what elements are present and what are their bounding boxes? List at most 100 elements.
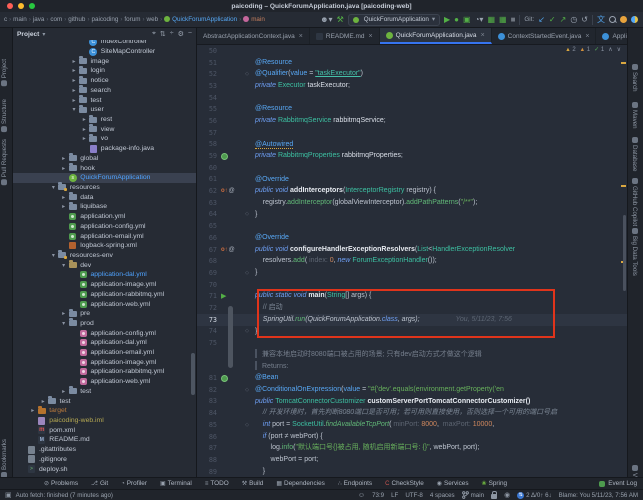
tab-ContextStartedEvent.java[interactable]: ContextStartedEvent.java × (492, 28, 597, 44)
sidebar-item-pull-requests[interactable]: Pull Requests (1, 139, 8, 186)
toolwindow-git[interactable]: ⎇ Git (91, 480, 108, 487)
fold-icon[interactable]: ◇ (239, 211, 255, 217)
tree-item-SiteMapController[interactable]: C SiteMapController (13, 47, 196, 57)
ide-plugin-icon[interactable] (631, 16, 638, 23)
toolwindow-checkstyle[interactable]: C CheckStyle (385, 480, 424, 487)
tree-item-data[interactable]: ▸ data (13, 192, 196, 202)
restart-debug-icon[interactable]: ▦ (499, 15, 507, 24)
breadcrumb-item-QuickForumApplication[interactable]: QuickForumApplication (164, 16, 237, 23)
expand-collapse-icon[interactable]: ⇅ (160, 30, 166, 38)
tool-window-toggle-icon[interactable]: ▣ (5, 491, 12, 499)
tree-item-test[interactable]: ▸ test (13, 95, 196, 105)
breadcrumb-item-paicoding[interactable]: paicoding (91, 16, 118, 23)
tab-README.md[interactable]: README.md × (310, 28, 380, 44)
tree-item-application-web.yml[interactable]: application-web.yml (13, 377, 196, 387)
fold-icon[interactable]: ◇ (239, 270, 255, 276)
breadcrumb-item-forum[interactable]: forum (124, 16, 140, 23)
chevron-collapsed-icon[interactable]: ▸ (80, 126, 89, 133)
run-configuration-select[interactable]: QuickForumApplication ▾ (347, 13, 441, 26)
build-hammer-icon[interactable]: ⚒ (337, 15, 344, 24)
sidebar-item-project[interactable]: Project (1, 59, 8, 87)
breadcrumb-item-c[interactable]: c (4, 16, 7, 23)
override-icon[interactable]: o↑ (221, 188, 228, 194)
chevron-down-icon[interactable]: ▾ (42, 31, 45, 38)
inspection-widget[interactable]: ▲ 2 ▲ 1 ✓ 1 ∧ ∨ (565, 46, 621, 54)
stripe-warning-mark[interactable] (621, 62, 626, 64)
spring-bean-icon[interactable] (221, 374, 228, 382)
breadcrumb-item-main[interactable]: main (243, 16, 265, 23)
chevron-collapsed-icon[interactable]: ▸ (59, 194, 68, 201)
tree-item-image[interactable]: ▸ image (13, 56, 196, 66)
tree-item-README.md[interactable]: M README.md (13, 435, 196, 445)
breadcrumb-item-web[interactable]: web (147, 16, 159, 23)
chevron-collapsed-icon[interactable]: ▸ (28, 407, 37, 414)
sidebar-item-big-data-tools[interactable]: Big Data Tools (631, 228, 638, 276)
reader-mode-icon[interactable]: ☺ (358, 492, 365, 499)
chevron-collapsed-icon[interactable]: ▸ (80, 116, 89, 123)
sidebar-item-maven[interactable]: Maven (631, 102, 638, 129)
tree-item-target[interactable]: ▸ target (13, 405, 196, 416)
tree-item-QuickForumApplication[interactable]: s QuickForumApplication (13, 172, 196, 183)
caret-position[interactable]: 73:9 (372, 492, 384, 499)
chevron-collapsed-icon[interactable]: ▸ (39, 398, 48, 405)
breadcrumb-item-github[interactable]: github (68, 16, 85, 23)
tree-item-application-config.yml[interactable]: application-config.yml (13, 221, 196, 231)
chevron-collapsed-icon[interactable]: ▸ (70, 58, 79, 65)
tree-item-rest[interactable]: ▸ rest (13, 114, 196, 125)
git-commit-icon[interactable]: ✓ (549, 15, 556, 24)
chevron-collapsed-icon[interactable]: ▸ (59, 155, 68, 162)
toolwindow-endpoints[interactable]: ∴ Endpoints (338, 480, 372, 487)
tree-item-search[interactable]: ▸ search (13, 85, 196, 96)
run-coverage-icon[interactable]: ▣ (463, 15, 471, 24)
chevron-collapsed-icon[interactable]: ▸ (59, 165, 68, 172)
tree-scrollbar[interactable] (191, 353, 195, 395)
chevron-expanded-icon[interactable]: ▾ (70, 106, 79, 113)
toolwindow-problems[interactable]: ⊘ Problems (44, 480, 78, 487)
line-ending[interactable]: LF (391, 492, 398, 499)
close-icon[interactable]: × (299, 33, 303, 40)
breadcrumb-item-com[interactable]: com (50, 16, 62, 23)
git-branch-widget[interactable]: main (461, 491, 484, 499)
close-icon[interactable]: × (369, 33, 373, 40)
tree-item-vo[interactable]: ▸ vo (13, 133, 196, 144)
collapse-all-icon[interactable]: ÷ (170, 30, 174, 38)
tree-item-pre[interactable]: ▸ pre (13, 308, 196, 319)
tree-item-liquibase[interactable]: ▸ liquibase (13, 201, 196, 212)
sidebar-item-bookmarks[interactable]: Bookmarks (1, 439, 8, 478)
chevron-expanded-icon[interactable]: ▾ (49, 252, 58, 259)
tree-item-.gitattributes[interactable]: .gitattributes (13, 445, 196, 455)
sidebar-item-database[interactable]: Database (631, 137, 638, 172)
close-icon[interactable]: × (585, 33, 589, 40)
chevron-collapsed-icon[interactable]: ▸ (70, 77, 79, 84)
tree-item-notice[interactable]: ▸ notice (13, 75, 196, 86)
tree-item-dev[interactable]: ▾ dev (13, 260, 196, 270)
chevron-collapsed-icon[interactable]: ▸ (59, 310, 68, 317)
tree-item-application-config.yml[interactable]: application-config.yml (13, 328, 196, 338)
fold-icon[interactable]: ◇ (239, 422, 255, 428)
tree-item-test[interactable]: ▸ test (13, 386, 196, 397)
tree-item-login[interactable]: ▸ login (13, 65, 196, 76)
next-problem-icon[interactable]: ∨ (617, 46, 621, 53)
tab-ApplicationContext.java[interactable]: ApplicationContext.java (596, 28, 627, 44)
tree-item-prod[interactable]: ▾ prod (13, 318, 196, 329)
fold-icon[interactable]: ◇ (239, 328, 255, 334)
hide-panel-icon[interactable]: − (188, 30, 192, 38)
tree-item-user[interactable]: ▾ user (13, 104, 196, 115)
project-panel-title[interactable]: Project (17, 31, 39, 38)
sidebar-item-github-copilot[interactable]: GitHub Copilot (631, 178, 638, 226)
tree-item-package-info.java[interactable]: package-info.java (13, 144, 196, 154)
tree-item-paicoding-web.iml[interactable]: paicoding-web.iml (13, 416, 196, 426)
git-push-icon[interactable]: ↗ (560, 15, 567, 24)
tree-item-application-email.yml[interactable]: application-email.yml (13, 348, 196, 358)
file-encoding[interactable]: UTF-8 (405, 492, 423, 499)
tree-item-IndexController[interactable]: C IndexController (13, 40, 196, 47)
toolwindow-event-log[interactable]: Event Log (599, 480, 643, 487)
fold-icon[interactable]: ◇ (239, 387, 255, 393)
spring-bean-icon[interactable] (221, 152, 228, 160)
tree-item-application-image.yml[interactable]: application-image.yml (13, 280, 196, 290)
tab-AbstractApplicationContext.java[interactable]: AbstractApplicationContext.java × (197, 28, 310, 44)
git-update-icon[interactable]: ↙ (538, 15, 545, 24)
tree-item-resources-env[interactable]: ▾ resources-env (13, 250, 196, 261)
rollback-icon[interactable]: ↺ (581, 15, 588, 24)
tree-item-application-image.yml[interactable]: application-image.yml (13, 357, 196, 367)
